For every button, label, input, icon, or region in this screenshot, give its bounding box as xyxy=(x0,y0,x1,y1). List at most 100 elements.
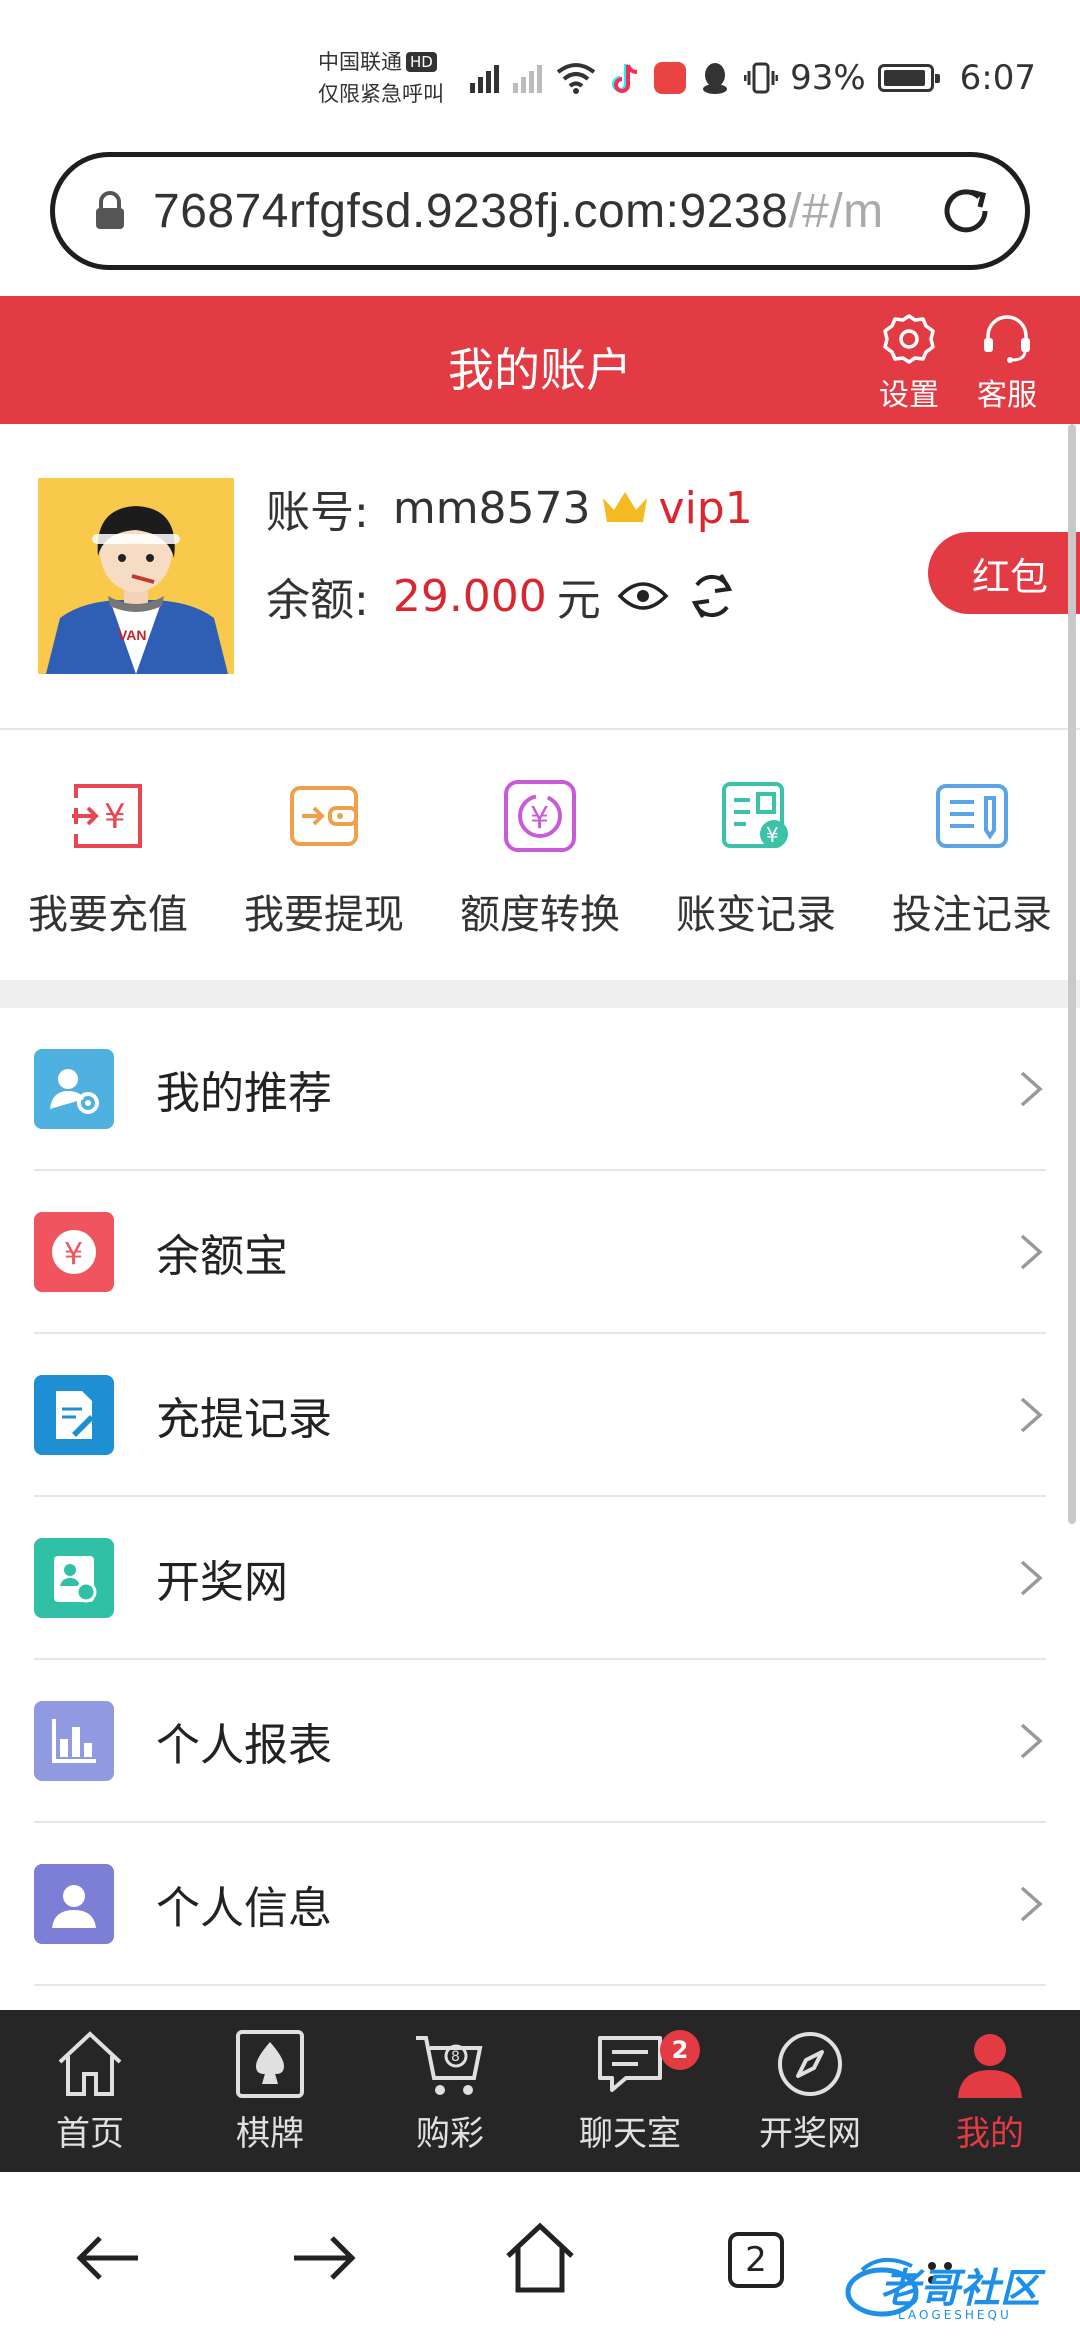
balance-value: 29.000 xyxy=(392,570,547,622)
menu-label: 充提记录 xyxy=(156,1393,332,1445)
quick-label: 额度转换 xyxy=(460,892,620,938)
lock-icon xyxy=(96,191,124,229)
chevron-right-icon xyxy=(1020,1071,1043,1106)
chevron-right-icon xyxy=(1020,1560,1043,1595)
status-right: 93% 6:07 xyxy=(744,56,1036,100)
customer-service-button[interactable]: 客服 xyxy=(962,312,1052,414)
chevron-right-icon xyxy=(1020,1234,1043,1269)
menu-label: 开奖网 xyxy=(156,1556,288,1608)
quick-bet-record[interactable]: 投注记录 xyxy=(864,730,1080,980)
cards-icon xyxy=(236,2030,304,2098)
battery-icon xyxy=(877,64,940,92)
profile-icon xyxy=(34,1863,114,1944)
carrier-name: 中国联通 xyxy=(318,50,402,74)
lottery-site-icon xyxy=(34,1537,114,1618)
tab-lottery-site[interactable]: 开奖网 xyxy=(720,2010,900,2172)
balance-unit: 元 xyxy=(556,575,601,626)
watermark-subtext: LAOGESHEQU xyxy=(898,2308,1012,2322)
tab-cards[interactable]: 棋牌 xyxy=(180,2010,360,2172)
settings-button[interactable]: 设置 xyxy=(864,312,954,414)
tab-home[interactable]: 首页 xyxy=(0,2010,180,2172)
tab-label: 购彩 xyxy=(416,2114,484,2154)
transfer-icon: ¥ xyxy=(504,780,576,852)
menu-item-deposit-record[interactable]: 充提记录 xyxy=(34,1334,1046,1497)
menu-label: 个人信息 xyxy=(156,1882,332,1934)
tabs-count-button[interactable]: 2 xyxy=(728,2232,784,2288)
hd-badge: HD xyxy=(406,52,437,72)
tab-label: 我的 xyxy=(956,2114,1024,2154)
quick-label: 账变记录 xyxy=(676,892,836,938)
compass-icon xyxy=(778,2032,842,2096)
svg-text:VAN: VAN xyxy=(118,627,147,643)
home-nav-icon[interactable] xyxy=(500,2218,580,2298)
menu-item-lottery-site[interactable]: 开奖网 xyxy=(34,1497,1046,1660)
withdraw-icon xyxy=(290,786,358,846)
chat-icon xyxy=(598,2036,662,2092)
settings-label: 设置 xyxy=(879,378,939,413)
emergency-text: 仅限紧急呼叫 xyxy=(318,82,444,106)
quick-account-change[interactable]: ¥ 账变记录 xyxy=(648,730,864,980)
chevron-right-icon xyxy=(1020,1723,1043,1758)
quick-withdraw[interactable]: 我要提现 xyxy=(216,730,432,980)
vibrate-icon xyxy=(744,62,779,94)
crown-icon xyxy=(602,492,647,522)
clock: 6:07 xyxy=(959,58,1036,98)
avatar[interactable]: VAN xyxy=(38,478,234,674)
menu-item-report[interactable]: 个人报表 xyxy=(34,1660,1046,1823)
quick-recharge[interactable]: ¥ 我要充值 xyxy=(0,730,216,980)
quick-label: 我要提现 xyxy=(244,892,404,938)
tab-chat[interactable]: 聊天室 2 xyxy=(540,2010,720,2172)
address-bar[interactable]: 76874rfgfsd.9238fj.com:9238/#/m xyxy=(50,152,1030,270)
referral-icon xyxy=(34,1048,114,1129)
account-label: 账号: xyxy=(266,487,369,538)
recharge-icon: ¥ xyxy=(72,784,142,848)
url-text[interactable]: 76874rfgfsd.9238fj.com:9238/#/m xyxy=(153,184,935,239)
scrollbar[interactable] xyxy=(1068,424,1076,1524)
signal-icon xyxy=(470,63,499,93)
deposit-record-icon xyxy=(34,1374,114,1455)
tab-mine[interactable]: 我的 xyxy=(900,2010,1080,2172)
watermark-text: 老哥社区 xyxy=(880,2266,1040,2312)
carrier-info: 中国联通 HD 仅限紧急呼叫 xyxy=(318,46,444,110)
service-label: 客服 xyxy=(977,378,1037,413)
tab-label: 首页 xyxy=(56,2114,124,2154)
svg-text:8: 8 xyxy=(451,2049,460,2065)
chevron-right-icon xyxy=(1020,1397,1043,1432)
svg-text:¥: ¥ xyxy=(530,801,549,836)
menu-label: 我的推荐 xyxy=(156,1067,332,1119)
refresh-icon[interactable] xyxy=(685,569,739,623)
menu-item-yuebao[interactable]: ¥ 余额宝 xyxy=(34,1171,1046,1334)
eye-icon[interactable] xyxy=(617,578,669,614)
menu-list: 我的推荐 ¥ 余额宝 充提记录 开奖网 个人报表 个人信息 xyxy=(0,1008,1080,2010)
url-main: 76874rfgfsd.9238fj.com:9238 xyxy=(153,184,789,238)
lottery-cart-icon: 8 xyxy=(416,2036,483,2095)
quick-transfer[interactable]: ¥ 额度转换 xyxy=(432,730,648,980)
quick-label: 我要充值 xyxy=(28,892,188,938)
account-row: 账号: mm8573 vip1 xyxy=(266,476,753,540)
menu-label: 个人报表 xyxy=(156,1719,332,1771)
reload-icon[interactable] xyxy=(935,180,997,242)
forward-arrow-icon[interactable] xyxy=(284,2218,364,2298)
tab-label: 开奖网 xyxy=(759,2114,861,2154)
svg-text:¥: ¥ xyxy=(64,1237,83,1272)
qq-icon xyxy=(703,63,727,94)
headset-icon xyxy=(984,315,1030,363)
menu-item-profile[interactable]: 个人信息 xyxy=(34,1823,1046,1986)
menu-label: 余额宝 xyxy=(156,1230,288,1282)
svg-text:¥: ¥ xyxy=(766,823,779,847)
battery-percent: 93% xyxy=(790,58,866,98)
signal-no-sim-icon xyxy=(513,63,542,93)
account-value: mm8573 xyxy=(392,482,591,534)
red-packet-button[interactable]: 红包 xyxy=(928,532,1080,614)
back-arrow-icon[interactable] xyxy=(68,2218,148,2298)
balance-row: 余额: 29.000 元 xyxy=(266,564,739,628)
report-icon xyxy=(34,1700,114,1781)
notification-badge: 2 xyxy=(660,2030,700,2070)
svg-text:¥: ¥ xyxy=(104,797,126,837)
tab-lottery[interactable]: 8 购彩 xyxy=(360,2010,540,2172)
menu-item-referral[interactable]: 我的推荐 xyxy=(34,1008,1046,1171)
wifi-icon xyxy=(556,63,596,94)
account-change-icon: ¥ xyxy=(722,782,788,848)
balance-label: 余额: xyxy=(266,575,369,626)
url-rest: /#/m xyxy=(788,184,884,238)
